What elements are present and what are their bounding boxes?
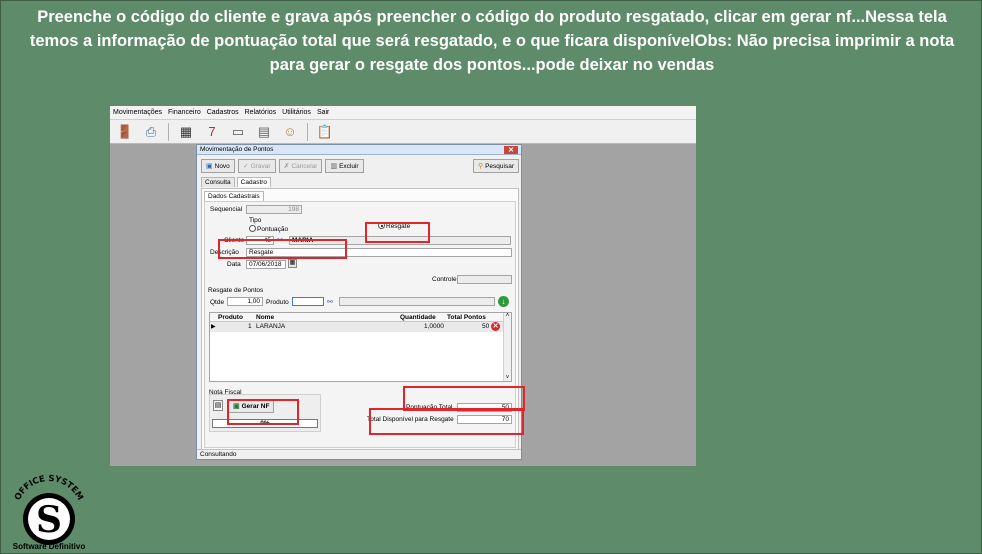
gravar-label: Gravar	[250, 162, 271, 170]
check-icon: ✓	[242, 163, 249, 170]
users-icon[interactable]: ☺	[281, 123, 299, 141]
excluir-button[interactable]: ▥ Excluir	[325, 159, 364, 173]
cancelar-label: Cancelar	[291, 162, 318, 170]
menubar: Movimentações Financeiro Cadastros Relat…	[110, 106, 696, 120]
tab-consulta[interactable]: Consulta	[201, 177, 235, 187]
printer-icon[interactable]: ⎙	[142, 123, 160, 141]
instruction-caption: Preenche o código do cliente e grava apó…	[29, 8, 955, 74]
cancelar-button[interactable]: ✗ Cancelar	[278, 159, 323, 173]
search-icon: ⚲	[477, 163, 484, 170]
menu-cadastros[interactable]: Cadastros	[207, 109, 239, 116]
menu-relatorios[interactable]: Relatórios	[245, 109, 277, 116]
controle-field	[457, 275, 512, 284]
pontuacao-radio-circle[interactable]	[249, 225, 256, 232]
col-nome[interactable]: Nome	[256, 314, 274, 321]
gravar-button[interactable]: ✓ Gravar	[237, 159, 276, 173]
office-system-logo: OFFICE SYSTEM S	[13, 474, 85, 545]
calendar-icon[interactable]: 7	[203, 123, 221, 141]
window-titlebar[interactable]: Movimentação de Pontos ✕	[197, 145, 521, 155]
menu-financeiro[interactable]: Financeiro	[168, 109, 201, 116]
data-label: Data	[227, 261, 241, 268]
novo-button[interactable]: ▣ Novo	[201, 159, 235, 173]
main-toolbar: 🚪 ⎙ ▦ 7 ▭ ▤ ☺ 📋	[110, 120, 696, 144]
produto-field[interactable]	[292, 297, 324, 306]
row-pointer-icon: ▶	[211, 324, 216, 330]
highlight-disponivel	[369, 408, 524, 435]
highlight-cliente	[218, 239, 347, 259]
controle-label: Controle	[432, 276, 457, 283]
grid-scrollbar[interactable]: ˄ ˅	[503, 313, 511, 381]
menu-movimentacoes[interactable]: Movimentações	[113, 109, 162, 116]
pesquisar-label: Pesquisar	[485, 162, 514, 170]
produto-label: Produto	[266, 299, 289, 306]
tipo-label: Tipo	[249, 217, 262, 224]
data-field[interactable]: 07/06/2018	[246, 260, 286, 269]
sequencial-field: 198	[246, 205, 302, 214]
produto-name-field	[339, 297, 495, 306]
highlight-gerar-nf	[227, 399, 299, 425]
exit-door-icon[interactable]: 🚪	[116, 123, 134, 141]
pontuacao-radio[interactable]: Pontuação	[249, 225, 288, 233]
col-total-pontos[interactable]: Total Pontos	[447, 314, 486, 321]
cell-produto: 1	[248, 323, 252, 330]
add-item-icon[interactable]: ↓	[498, 296, 509, 307]
calculator-icon[interactable]: ▦	[177, 123, 195, 141]
toolbar-separator	[307, 122, 308, 141]
calendar-picker-icon[interactable]: ▦	[288, 259, 297, 268]
resgate-section-label: Resgate de Pontos	[208, 287, 264, 294]
pontuacao-label: Pontuação	[257, 226, 289, 233]
menu-sair[interactable]: Sair	[317, 109, 329, 116]
new-document-icon: ▣	[206, 163, 213, 170]
binoculars-icon[interactable]: ⚯	[327, 298, 333, 306]
delete-icon[interactable]: ✕	[491, 322, 500, 331]
qtde-label: Qtde	[210, 299, 225, 306]
window-title: Movimentação de Pontos	[200, 146, 274, 153]
qtde-field[interactable]: 1,00	[227, 297, 263, 306]
scroll-up-icon[interactable]: ˄	[504, 313, 511, 319]
table-row[interactable]: ▶ 1 LARANJA 1,0000 50 ✕	[210, 322, 511, 332]
tab-cadastro[interactable]: Cadastro	[236, 177, 272, 187]
cancel-x-icon: ✗	[283, 163, 290, 170]
scroll-down-icon[interactable]: ˅	[504, 375, 511, 381]
excluir-label: Excluir	[339, 162, 359, 170]
col-quantidade[interactable]: Quantidade	[400, 314, 436, 321]
tab-dados-cadastrais[interactable]: Dados Cadastrais	[204, 191, 264, 201]
grid-header: Produto Nome Quantidade Total Pontos	[210, 313, 511, 322]
close-icon[interactable]: ✕	[504, 145, 518, 154]
novo-label: Novo	[214, 162, 230, 170]
items-grid: Produto Nome Quantidade Total Pontos ▶ 1…	[209, 312, 512, 382]
cell-quantidade: 1,0000	[424, 323, 444, 330]
menu-utilitarios[interactable]: Utilitários	[282, 109, 311, 116]
pesquisar-button[interactable]: ⚲ Pesquisar	[472, 159, 519, 173]
clipboard-icon[interactable]: 📋	[316, 123, 334, 141]
highlight-resgate	[365, 222, 430, 243]
document-icon[interactable]: ▤	[213, 400, 223, 411]
database-icon[interactable]: ▤	[255, 123, 273, 141]
sequencial-label: Sequencial	[210, 206, 243, 213]
svg-text:S: S	[36, 499, 62, 541]
toolbar-separator	[168, 122, 169, 141]
cell-nome: LARANJA	[256, 323, 286, 330]
status-bar: Consultando	[197, 449, 521, 459]
main-tabs: Consulta Cadastro	[201, 177, 272, 187]
window-icon[interactable]: ▭	[229, 123, 247, 141]
action-buttons: ▣ Novo ✓ Gravar ✗ Cancelar ▥ Excluir ⚲ P…	[201, 158, 519, 174]
cell-total-pontos: 50	[482, 323, 490, 330]
col-produto[interactable]: Produto	[218, 314, 243, 321]
logo-tagline: Software Definitivo	[12, 542, 86, 551]
app-screenshot: Movimentações Financeiro Cadastros Relat…	[110, 106, 696, 466]
trash-icon: ▥	[330, 163, 338, 170]
